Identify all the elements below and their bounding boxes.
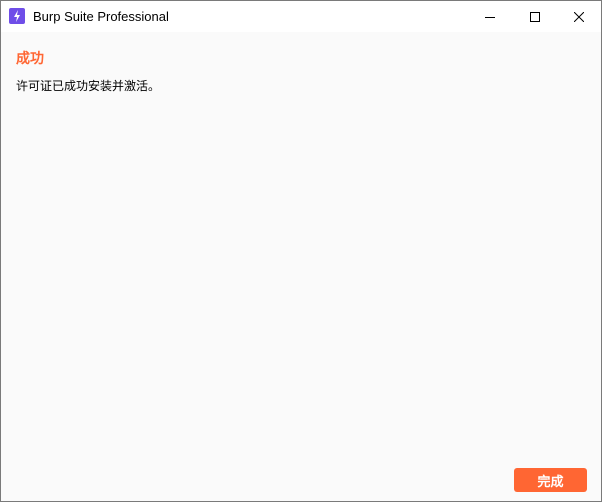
success-heading: 成功	[16, 50, 44, 66]
license-message: 许可证已成功安装并激活。	[16, 79, 161, 93]
title-bar[interactable]: Burp Suite Professional	[1, 1, 601, 32]
close-button[interactable]	[556, 1, 601, 32]
app-window: Burp Suite Professional 成功 许可证已成功安装并激活。 …	[0, 0, 602, 502]
minimize-icon	[485, 16, 495, 18]
window-title: Burp Suite Professional	[33, 9, 169, 24]
burp-suite-lightning-icon	[9, 8, 25, 24]
maximize-button[interactable]	[512, 1, 558, 32]
maximize-icon	[530, 11, 540, 22]
close-icon	[574, 11, 584, 22]
minimize-button[interactable]	[467, 1, 513, 32]
dialog-content: 成功 许可证已成功安装并激活。 完成	[1, 32, 601, 501]
done-button[interactable]: 完成	[514, 468, 587, 492]
